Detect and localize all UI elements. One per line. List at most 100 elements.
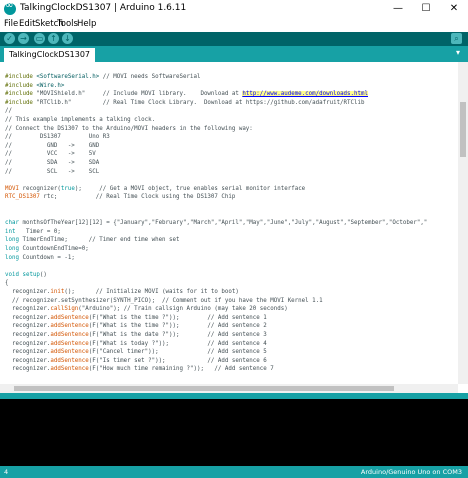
maximize-button[interactable]: ☐ [412,0,440,18]
minimize-button[interactable]: — [384,0,412,18]
code-line[interactable]: recognizer.addSentence(F("What is the ti… [5,315,267,321]
code-line[interactable]: // GND -> GND [5,143,99,149]
code-token: recognizer. [5,366,51,373]
close-button[interactable]: ✕ [440,0,468,18]
code-token: addSentence [50,332,89,338]
code-line[interactable]: // DS1307 Uno R3 [5,134,110,140]
code-token: rtc; // Real Time Clock using the DS1307… [39,194,236,201]
code-line[interactable]: RTC_DS1307 rtc; // Real Time Clock using… [5,194,235,200]
horizontal-scrollbar[interactable] [0,384,458,393]
code-token: "RTClib.h" // Real Time Clock Library. D… [36,99,365,106]
code-line[interactable]: // SDA -> SDA [5,160,99,166]
code-line[interactable]: // [5,108,12,114]
code-token: // SCL -> SCL [5,168,100,175]
code-line[interactable]: // SCL -> SCL [5,169,99,175]
code-line[interactable]: recognizer.addSentence(F("What is the da… [5,332,267,338]
code-token: init [50,289,65,295]
menu-bar: File Edit Sketch Tools Help [0,18,468,32]
code-token: true [60,185,75,192]
title-bar: TalkingClockDS1307 | Arduino 1.6.11 — ☐ … [0,0,468,18]
code-token: // DS1307 Uno R3 [5,134,110,141]
new-sketch-icon[interactable]: ▭ [34,33,45,44]
verify-icon[interactable]: ✓ [4,33,15,44]
code-token: (F("How much time remaining ?")); // Add… [88,366,274,373]
code-line[interactable]: // VCC -> 5V [5,151,96,157]
code-token: #include [5,82,37,89]
code-line[interactable]: #include "MOVIShield.h" // Include MOVI … [5,91,368,98]
code-line[interactable]: #include <SoftwareSerial.h> // MOVI need… [5,74,200,80]
horizontal-scroll-thumb[interactable] [14,386,394,391]
code-line[interactable]: recognizer.addSentence(F("How much time … [5,366,274,372]
code-token: // MOVI needs SoftwareSerial [99,74,201,80]
code-editor[interactable]: #include <SoftwareSerial.h> // MOVI need… [0,62,458,384]
code-token: (F("What is today ?")); // Add sentence … [88,340,267,347]
menu-edit[interactable]: Edit [19,19,35,29]
code-line[interactable]: recognizer.addSentence(F("What is the ti… [5,323,267,329]
code-line[interactable]: { [5,280,9,286]
menu-file[interactable]: File [4,19,18,29]
code-line[interactable]: recognizer.addSentence(F("Cancel timer")… [5,349,267,355]
code-token: recognizer( [18,185,61,192]
code-token: // recognizer.setSynthesizer(SYNTH_PICO)… [5,297,323,304]
code-token: addSentence [50,314,89,321]
code-token: RTC_DS1307 [5,194,40,201]
code-token: long [5,237,19,244]
code-line[interactable]: recognizer.callSign("Arduino"); // Train… [5,306,288,312]
code-token: "MOVIShield.h" // Include MOVI library. … [36,91,243,98]
code-token: recognizer. [5,306,51,313]
code-token: addSentence [50,323,89,330]
tab-talkingclockds1307[interactable]: TalkingClockDS1307 [4,48,96,62]
code-line[interactable]: char monthsOfTheYear[12][12] = {"January… [5,220,427,226]
code-token: CountdownEndTime=0; [18,246,89,252]
line-number: 4 [4,468,9,476]
code-token: setup [22,271,40,278]
code-line[interactable]: // recognizer.setSynthesizer(SYNTH_PICO)… [5,298,323,304]
code-link[interactable]: http://www.audeme.com/downloads.html [242,91,368,98]
code-token: (F("Is timer set ?")); // Add sentence 6 [88,357,267,364]
code-token: void [5,271,19,278]
serial-monitor-icon[interactable]: ⌕ [451,33,462,44]
code-line[interactable]: recognizer.addSentence(F("What is today … [5,341,267,347]
save-icon[interactable]: ↓ [62,33,73,44]
code-line[interactable]: // Connect the DS1307 to the Arduino/MOV… [5,126,253,132]
code-token: addSentence [50,357,89,364]
code-token: addSentence [50,366,89,373]
menu-tools[interactable]: Tools [57,19,78,29]
code-token: { [5,280,9,287]
code-token: ("Arduino"); // Train callsign Arduino (… [78,306,288,313]
code-line[interactable]: long Countdown = -1; [5,255,75,261]
code-token: () [39,271,47,278]
code-token: #include [5,91,37,98]
code-token: (); // Initialize MOVI (waits for it to … [64,289,239,295]
code-line[interactable]: long CountdownEndTime=0; [5,246,89,252]
code-line[interactable]: // This example implements a talking clo… [5,117,155,123]
code-line[interactable]: recognizer.init(); // Initialize MOVI (w… [5,289,239,295]
upload-icon[interactable]: → [18,33,29,44]
code-token: (F("What is the time ?")); // Add senten… [88,314,267,321]
vertical-scrollbar[interactable] [458,62,468,384]
code-token: Timer = 0; [15,228,61,235]
code-token: // SDA -> SDA [5,160,100,166]
code-token: TimerEndTime; // Timer end time when set [18,237,180,244]
console-output [0,399,468,466]
code-line[interactable]: #include <Wire.h> [5,83,64,89]
tab-menu-chevron-down-icon[interactable]: ▾ [456,48,460,57]
code-token: // VCC -> 5V [5,151,96,158]
code-line[interactable]: long TimerEndTime; // Timer end time whe… [5,237,180,243]
code-token: (F("What is the time ?")); // Add senten… [88,323,267,330]
arduino-logo-icon [4,0,16,15]
code-line[interactable]: void setup() [5,272,47,278]
code-line[interactable]: #include "RTClib.h" // Real Time Clock L… [5,100,364,106]
code-line[interactable]: recognizer.addSentence(F("Is timer set ?… [5,358,267,364]
code-token: (F("What is the date ?")); // Add senten… [88,332,267,338]
code-token: addSentence [50,349,89,356]
vertical-scroll-thumb[interactable] [460,102,466,157]
menu-help[interactable]: Help [77,19,96,29]
code-line[interactable]: MOVI recognizer(true); // Get a MOVI obj… [5,186,305,192]
window-title: TalkingClockDS1307 | Arduino 1.6.11 [20,3,187,13]
code-token: #include [5,99,37,106]
code-token: #include [5,74,37,80]
open-icon[interactable]: ↑ [48,33,59,44]
tab-bar: TalkingClockDS1307 ▾ [0,46,468,62]
code-line[interactable]: int Timer = 0; [5,229,61,235]
